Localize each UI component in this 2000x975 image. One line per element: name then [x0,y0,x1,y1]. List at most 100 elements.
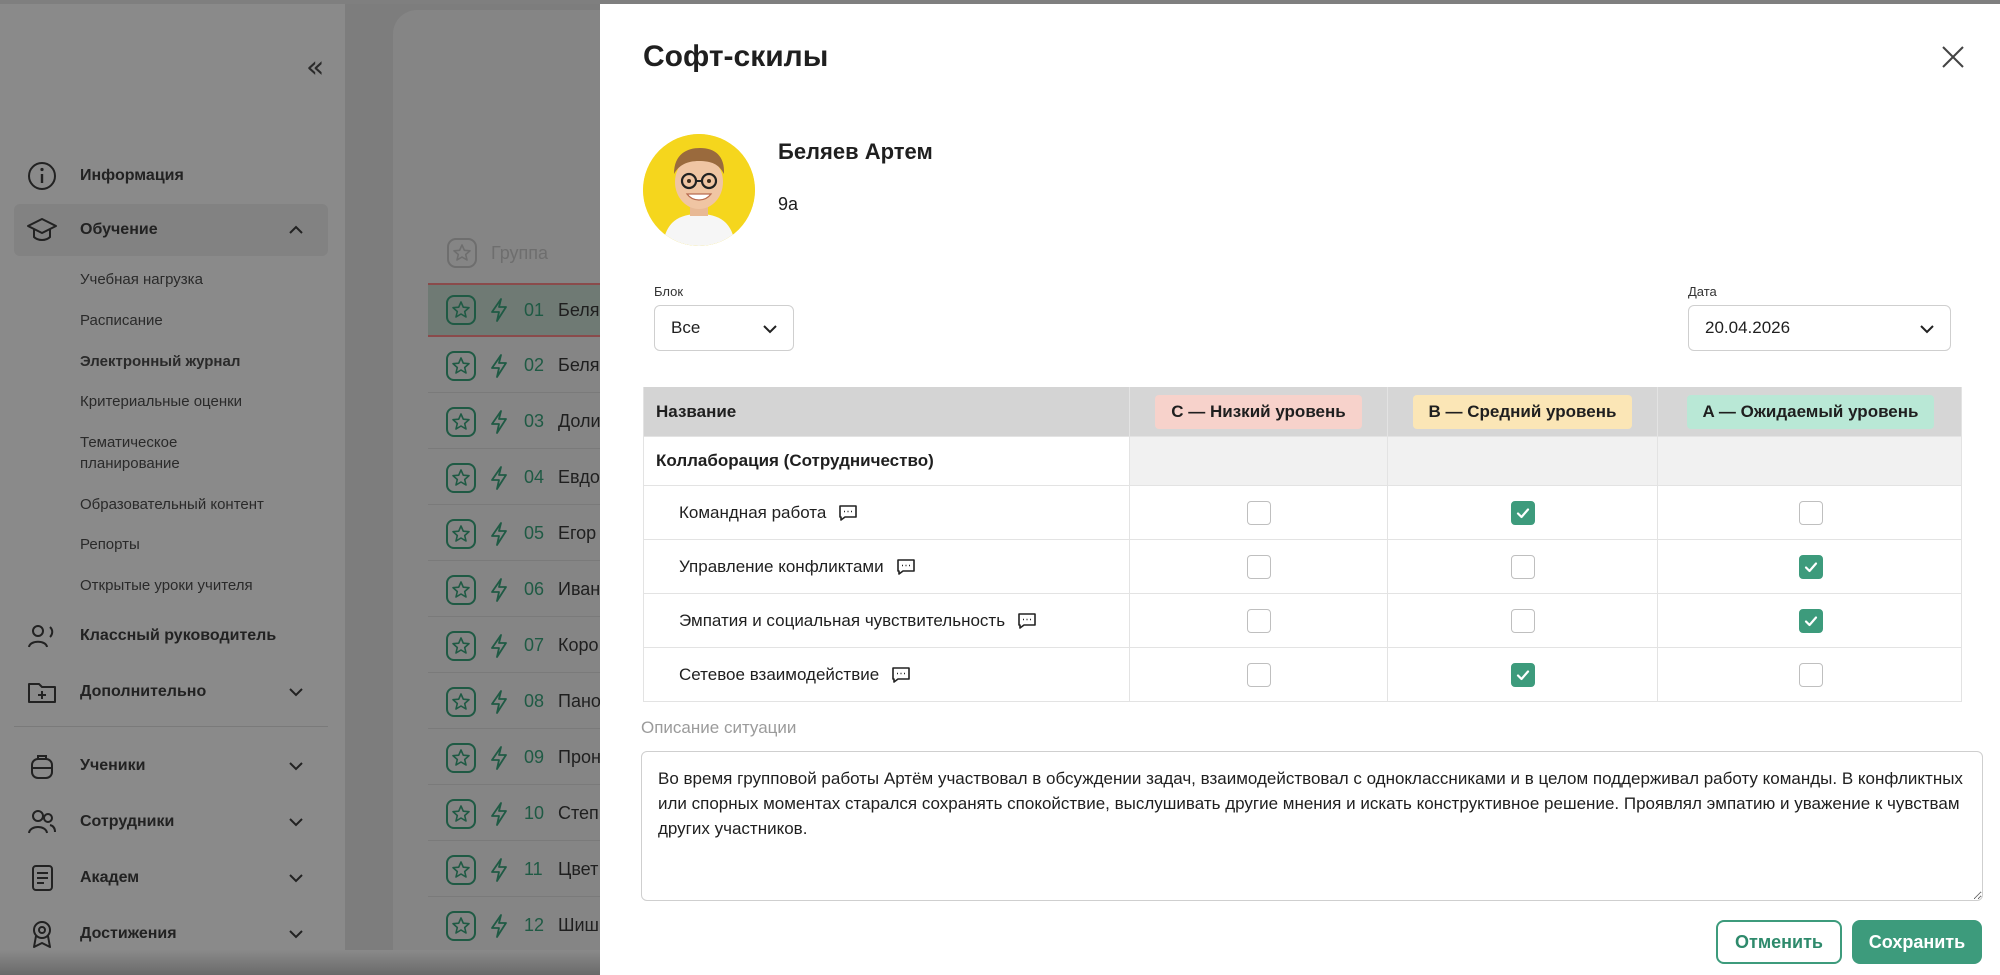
star-icon[interactable] [446,686,476,717]
lightning-icon[interactable] [488,857,510,883]
row-number: 02 [524,355,545,375]
chevron-down-icon [289,762,303,771]
lightning-icon[interactable] [488,577,510,603]
table-group-row: Коллаборация (Сотрудничество) [644,437,1961,486]
level-a-checkbox[interactable] [1798,662,1823,687]
student-name-cell: Шиш [558,915,599,935]
star-icon[interactable] [446,910,476,941]
table-row[interactable]: 12 Шиш [428,899,608,953]
star-icon[interactable] [446,630,476,661]
student-name-cell: Прон [558,747,601,767]
sidebar-subitem[interactable]: Образовательный контент [80,494,264,515]
level-b-checkbox[interactable] [1510,608,1535,633]
sidebar-item-label: Классный руководитель [80,627,277,644]
avatar [643,134,755,246]
date-select-value: 20.04.2026 [1705,318,1791,337]
sidebar: « Информация Обучение Учебная нагрузка Р… [0,4,345,975]
group-header-label: Группа [491,242,549,263]
sidebar-subitem[interactable]: Открытые уроки учителя [80,575,253,596]
lightning-icon[interactable] [488,353,510,379]
lightning-icon[interactable] [488,409,510,435]
sidebar-subitem[interactable]: Тематическое планирование [80,432,210,474]
save-button[interactable]: Сохранить [1852,920,1982,964]
sidebar-item-label: Ученики [80,757,146,774]
table-row[interactable]: 07 Коро [428,619,608,673]
star-icon[interactable] [446,798,476,829]
comment-icon[interactable] [838,504,858,522]
row-number: 07 [524,635,545,655]
row-number: 11 [524,859,543,879]
sidebar-subitem[interactable]: Расписание [80,310,163,331]
sidebar-item-label: Академ [80,869,140,886]
block-select-value: Все [671,318,701,337]
level-a-checkbox[interactable] [1798,500,1823,525]
sidebar-item-staff[interactable]: Сотрудники [14,796,328,848]
description-textarea[interactable]: Во время групповой работы Артём участвов… [641,751,1983,901]
lightning-icon[interactable] [488,745,510,771]
lightning-icon[interactable] [488,465,510,491]
table-row[interactable]: 05 Егор [428,507,608,561]
lightning-icon[interactable] [488,521,510,547]
chevron-down-icon [289,688,303,697]
star-icon[interactable] [446,406,476,437]
star-icon[interactable] [446,742,476,773]
star-icon[interactable] [446,574,476,605]
sidebar-subitem[interactable]: Учебная нагрузка [80,269,203,290]
level-c-checkbox[interactable] [1246,500,1271,525]
student-name-cell: Коро [558,635,599,655]
comment-icon[interactable] [891,666,911,684]
sidebar-subitem[interactable]: Критериальные оценки [80,391,242,412]
table-row[interactable]: 10 Степ [428,787,608,841]
star-icon [447,238,477,268]
table-row[interactable]: 11 Цвет [428,843,608,897]
collapse-sidebar-icon[interactable]: « [306,50,324,85]
lightning-icon[interactable] [488,297,510,323]
cancel-button[interactable]: Отменить [1716,920,1842,964]
star-icon[interactable] [446,295,476,325]
lightning-icon[interactable] [488,913,510,939]
sidebar-item-academ[interactable]: Академ [14,852,328,904]
level-a-checkbox[interactable] [1798,608,1823,633]
table-row[interactable]: 08 Пано [428,675,608,729]
sidebar-item-info[interactable]: Информация [14,150,328,202]
lightning-icon[interactable] [488,633,510,659]
graduation-cap-icon [26,214,58,246]
table-row[interactable]: 01 Беля [428,283,608,337]
table-row[interactable]: 09 Прон [428,731,608,785]
sidebar-item-learning[interactable]: Обучение [14,204,328,256]
close-icon[interactable] [1938,42,1968,72]
sidebar-subitem[interactable]: Репорты [80,534,140,555]
lightning-icon[interactable] [488,801,510,827]
folder-plus-icon [26,676,58,708]
block-select[interactable]: Все [654,305,794,351]
student-name-cell: Егор [558,523,597,543]
sidebar-subitem-active[interactable]: Электронный журнал [80,351,240,372]
star-icon[interactable] [446,854,476,885]
level-c-checkbox[interactable] [1246,662,1271,687]
level-b-checkbox[interactable] [1510,500,1535,525]
level-b-checkbox[interactable] [1510,554,1535,579]
bottom-shade [0,950,600,975]
level-c-checkbox[interactable] [1246,554,1271,579]
sidebar-item-class-teacher[interactable]: Классный руководитель [14,610,328,662]
comment-icon[interactable] [1017,612,1037,630]
level-a-checkbox[interactable] [1798,554,1823,579]
sidebar-item-students[interactable]: Ученики [14,740,328,792]
level-c-checkbox[interactable] [1246,608,1271,633]
star-icon[interactable] [446,462,476,493]
row-number: 05 [524,523,545,543]
student-name-cell: Цвет [558,859,599,879]
group-column-header: Группа [447,238,548,268]
table-row[interactable]: 06 Иван [428,563,608,617]
column-header-name: Название [656,401,737,421]
comment-icon[interactable] [896,558,916,576]
table-row[interactable]: 04 Евдо [428,451,608,505]
table-row[interactable]: 02 Беля [428,339,608,393]
star-icon[interactable] [446,518,476,549]
star-icon[interactable] [446,350,476,381]
table-row[interactable]: 03 Доли [428,395,608,449]
date-select[interactable]: 20.04.2026 [1688,305,1951,351]
sidebar-item-additional[interactable]: Дополнительно [14,666,328,718]
level-b-checkbox[interactable] [1510,662,1535,687]
lightning-icon[interactable] [488,689,510,715]
